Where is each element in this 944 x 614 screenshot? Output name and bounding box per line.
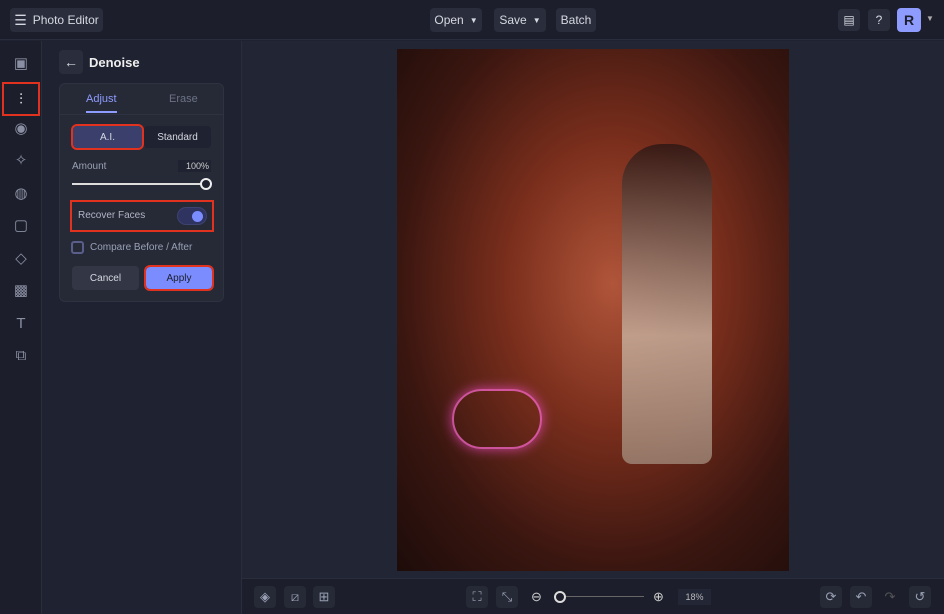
redo-icon[interactable]: ↷ — [879, 586, 901, 608]
recover-faces-label: Recover Faces — [78, 210, 146, 221]
apply-button[interactable]: Apply — [144, 265, 214, 291]
recover-faces-toggle[interactable] — [177, 207, 207, 225]
tool-sidebar: ▣ ⫶ ◉ ✧ ◍ ▢ ◇ ▩ T ⧉ — [0, 41, 42, 614]
chevron-down-icon[interactable]: ▼ — [926, 14, 934, 23]
save-label: Save — [499, 13, 527, 27]
panel-title: Denoise — [89, 55, 140, 70]
amount-slider[interactable] — [72, 183, 208, 185]
refresh-icon[interactable]: ⟳ — [820, 586, 842, 608]
photo-canvas[interactable] — [397, 49, 789, 571]
bottom-toolbar: ◈ ⧄ ⊞ ⛶ ⤡ ⊖ ⊕ 18% ⟳ ↶ ↷ ↺ — [242, 578, 944, 614]
layers-icon[interactable]: ◈ — [254, 586, 276, 608]
performer-figure — [622, 144, 712, 464]
undo-icon[interactable]: ↶ — [850, 586, 872, 608]
text-icon[interactable]: T — [10, 312, 32, 334]
fit-screen-icon[interactable]: ⛶ — [466, 586, 488, 608]
image-icon[interactable]: ▣ — [10, 52, 32, 74]
back-arrow-icon[interactable]: ← — [59, 50, 83, 74]
layers-overlay-icon[interactable]: ⧉ — [10, 344, 32, 366]
open-label: Open — [434, 13, 464, 27]
eye-icon[interactable]: ◉ — [10, 117, 32, 139]
tab-erase[interactable]: Erase — [169, 93, 198, 105]
batch-label: Batch — [560, 13, 592, 27]
top-bar: ☰ Photo Editor Open ▼ Save ▼ Batch ▤ ? R ▼ — [0, 0, 944, 40]
texture-icon[interactable]: ▩ — [10, 279, 32, 301]
feedback-icon[interactable]: ▤ — [838, 9, 860, 31]
amount-value[interactable]: 100% — [178, 160, 211, 172]
open-button[interactable]: Open ▼ — [430, 8, 482, 32]
grid-icon[interactable]: ⊞ — [313, 586, 335, 608]
help-icon[interactable]: ? — [868, 9, 890, 31]
denoise-panel: ← Denoise Adjust Erase A.I. Standard Amo… — [42, 41, 242, 614]
divider — [60, 114, 223, 115]
amount-slider-thumb[interactable] — [200, 178, 212, 190]
denoise-card: Adjust Erase A.I. Standard Amount 100% R… — [59, 83, 224, 302]
frame-icon[interactable]: ▢ — [10, 214, 32, 236]
adjust-sliders-icon[interactable]: ⫶ — [2, 82, 40, 116]
chevron-down-icon: ▼ — [469, 15, 478, 25]
active-tab-indicator — [86, 111, 117, 113]
zoom-value[interactable]: 18% — [678, 589, 711, 605]
zoom-slider-thumb[interactable] — [554, 591, 566, 603]
transparency-icon[interactable]: ⧄ — [284, 586, 306, 608]
sparkle-icon[interactable]: ✧ — [10, 149, 32, 171]
canvas-area — [242, 41, 944, 578]
avatar[interactable]: R — [897, 8, 921, 32]
mode-ai-button[interactable]: A.I. — [71, 124, 144, 150]
history-icon[interactable]: ↺ — [909, 586, 931, 608]
recover-faces-row: Recover Faces — [70, 200, 214, 232]
app-menu-button[interactable]: ☰ Photo Editor — [10, 8, 103, 32]
cancel-button[interactable]: Cancel — [72, 266, 139, 290]
chevron-down-icon: ▼ — [532, 15, 541, 25]
palette-icon[interactable]: ◍ — [10, 182, 32, 204]
zoom-in-icon[interactable]: ⊕ — [653, 589, 664, 605]
compare-label: Compare Before / After — [90, 242, 193, 253]
zoom-slider[interactable] — [562, 596, 644, 597]
mode-standard-button[interactable]: Standard — [144, 126, 211, 148]
save-button[interactable]: Save ▼ — [494, 8, 546, 32]
amount-label: Amount — [72, 161, 107, 172]
tab-adjust[interactable]: Adjust — [86, 93, 117, 105]
shapes-icon[interactable]: ◇ — [10, 247, 32, 269]
batch-button[interactable]: Batch — [556, 8, 596, 32]
compare-checkbox[interactable] — [71, 241, 84, 254]
zoom-out-icon[interactable]: ⊖ — [531, 589, 542, 605]
app-title: Photo Editor — [32, 13, 99, 27]
neon-sign — [452, 389, 542, 449]
actual-size-icon[interactable]: ⤡ — [496, 586, 518, 608]
hamburger-icon: ☰ — [14, 11, 27, 28]
